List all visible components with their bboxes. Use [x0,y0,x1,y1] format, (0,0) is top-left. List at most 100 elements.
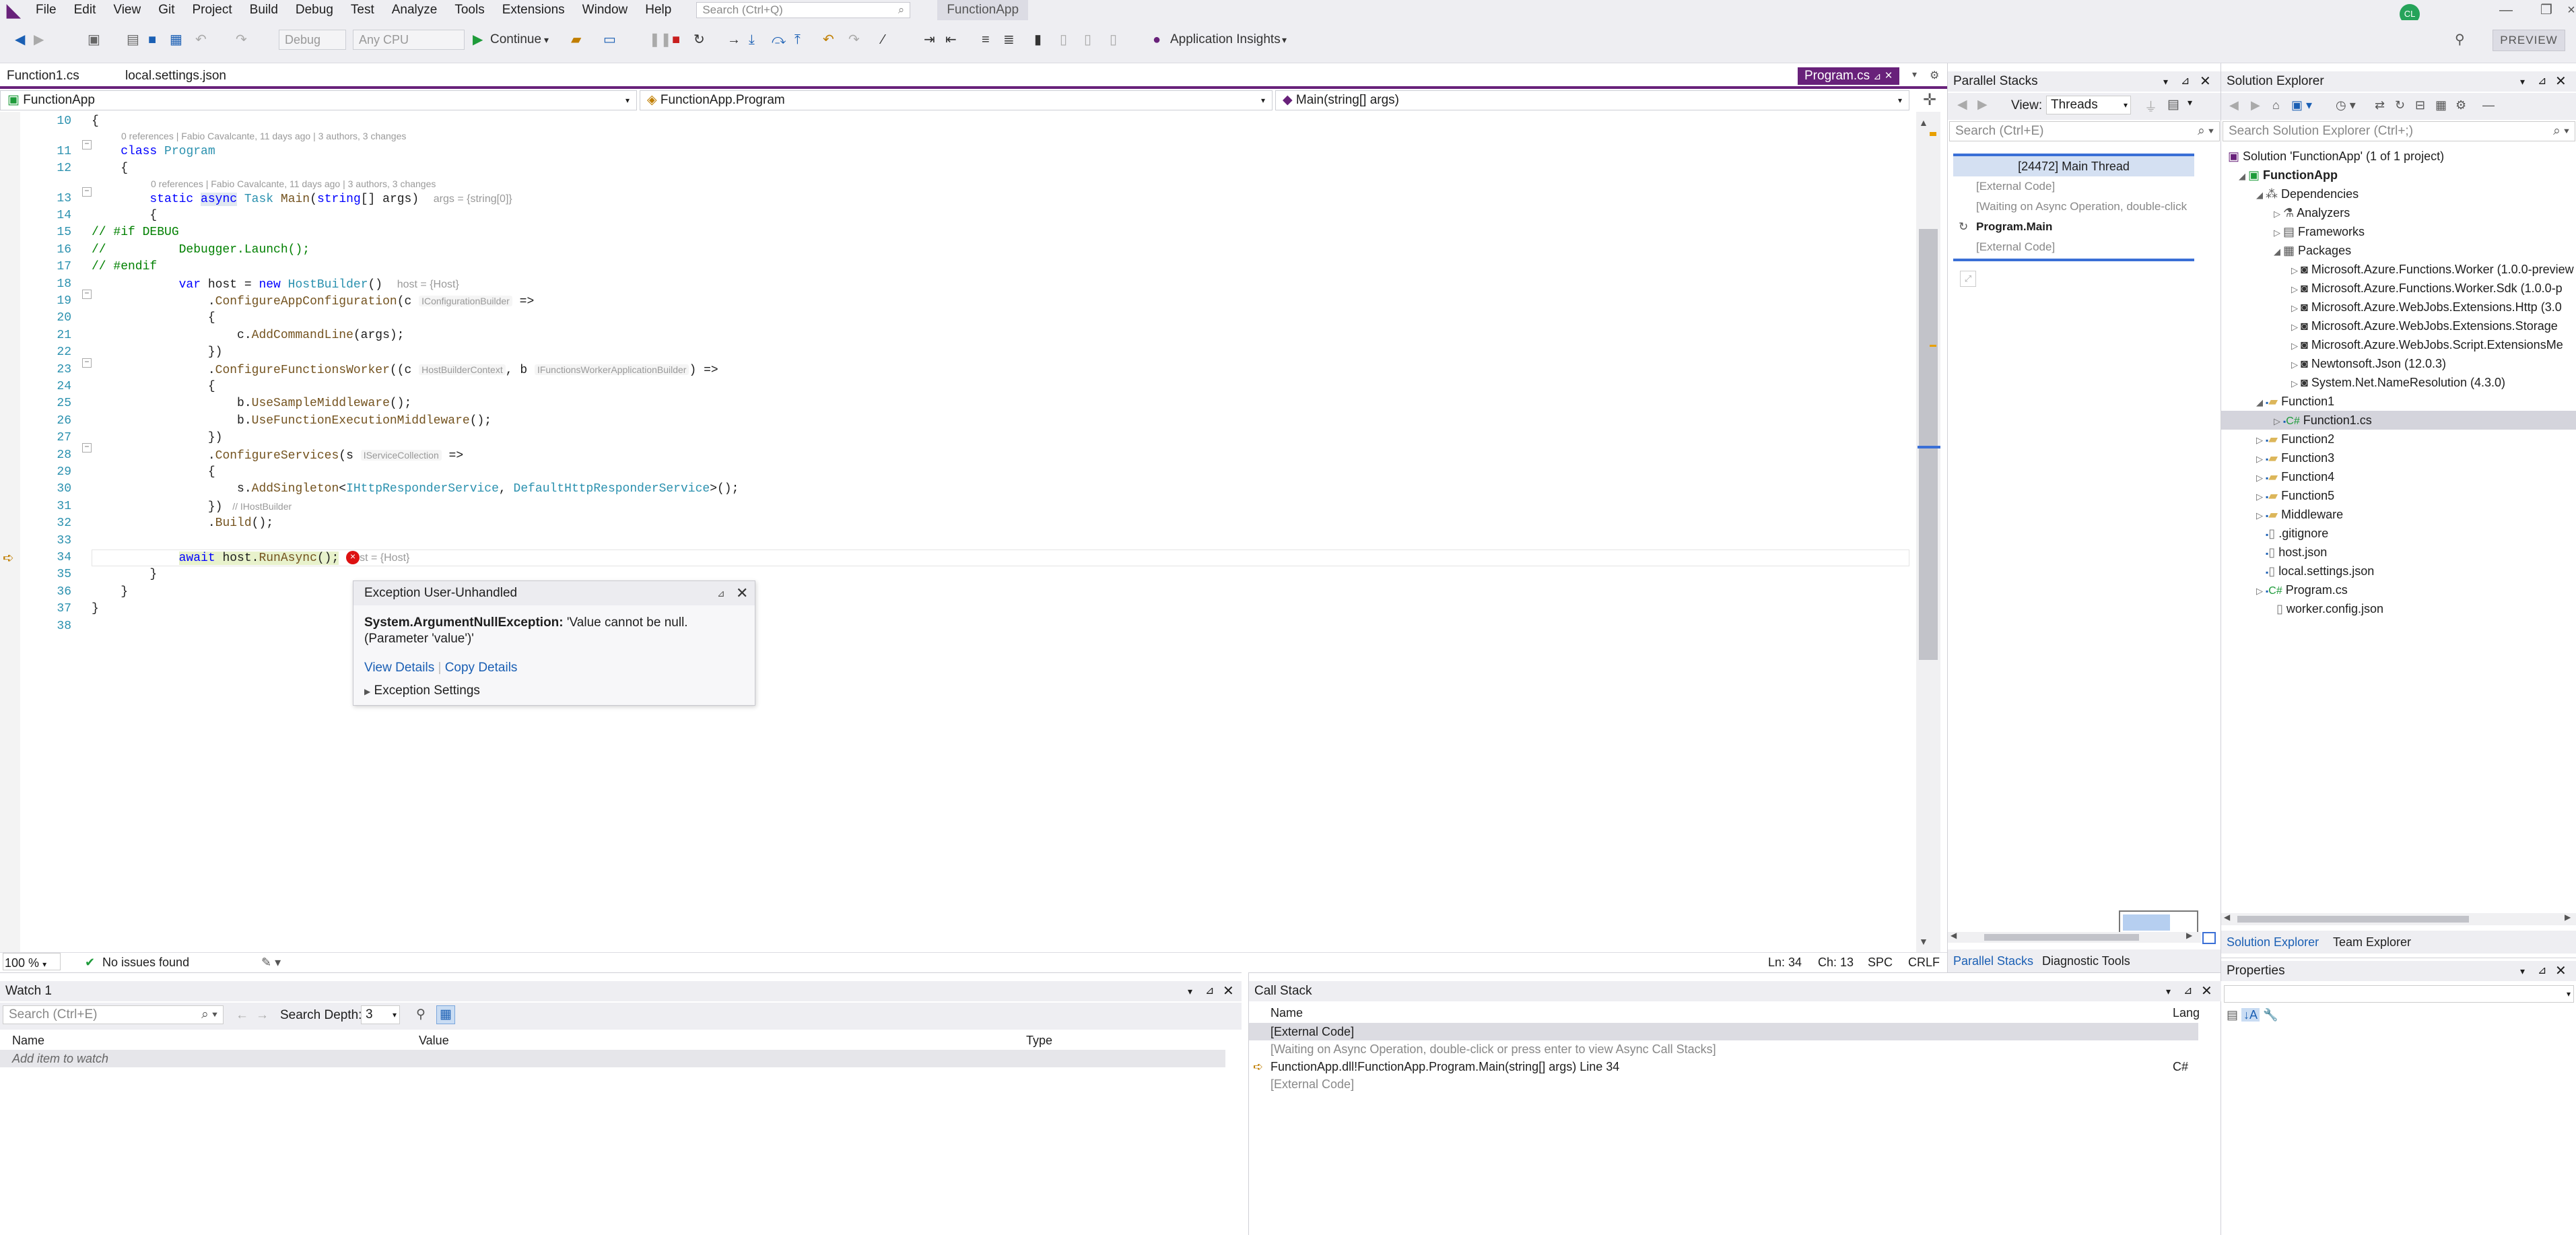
collapsed-icon[interactable]: ▷ [2256,450,2266,469]
tab-overflow-icon[interactable]: ▾ [1912,69,1917,80]
tree-item-project[interactable]: ◢ ▣ FunctionApp [2239,166,2338,186]
platform-combo[interactable]: Any CPU [353,30,465,50]
stack-frame[interactable]: [Waiting on Async Operation, double-clic… [1953,197,2194,217]
error-icon[interactable]: × [346,551,360,565]
view-as-table-icon[interactable]: ▦ [436,1005,455,1024]
exception-settings-expander[interactable]: ▶ Exception Settings [364,683,480,698]
stack-frame-current[interactable]: ↻ Program.Main [1953,217,2194,237]
restart-icon[interactable]: ↻ [693,30,705,50]
code-editor[interactable]: ➪ 10 11 12 13 14 15 16 17 18 19 20 21 22… [0,112,1920,952]
menu-file[interactable]: File [27,0,65,20]
application-insights-icon[interactable]: ● [1153,30,1161,50]
project-combo[interactable]: ▣ FunctionApp ▾ [0,90,637,110]
tree-item-folder[interactable]: ▷ ▪▰ Function3 [2256,448,2334,469]
class-combo[interactable]: ◈ FunctionApp.Program ▾ [640,90,1273,110]
save-all-icon[interactable]: ▦ [170,30,182,50]
save-icon[interactable]: ■ [148,30,156,50]
scrollbar-thumb[interactable] [1984,934,2139,941]
scroll-up-icon[interactable]: ▲ [1919,117,1928,128]
menu-extensions[interactable]: Extensions [494,0,574,20]
alphabetical-icon[interactable]: ↓A [2241,1008,2260,1022]
zoom-combo[interactable]: 100 % ▾ [3,953,61,970]
collapsed-icon[interactable]: ▷ [2256,469,2266,488]
pin-icon[interactable]: ⊿ [1205,981,1214,1001]
continue-dropdown-icon[interactable]: ▾ [544,30,549,50]
properties-icon[interactable]: ⚙ [2455,98,2466,112]
live-share-icon[interactable]: ⚲ [2455,30,2465,50]
hot-reload-icon[interactable]: ▰ [571,30,581,50]
back-icon[interactable]: ◀ [15,30,25,50]
issues-status[interactable]: No issues found [102,953,189,972]
sync-with-document-icon[interactable]: ⇄ [2375,98,2385,112]
collapsed-icon[interactable]: ▷ [2256,506,2266,525]
collapsed-icon[interactable]: ▷ [2291,261,2301,280]
stack-frame[interactable]: [External Code] [1953,237,2194,257]
menu-help[interactable]: Help [636,0,680,20]
scroll-left-icon[interactable]: ◀ [2224,912,2230,922]
collapsed-icon[interactable]: ▷ [2291,318,2301,337]
host-datatip[interactable]: st = {Host} [360,552,409,564]
member-combo[interactable]: ◆ Main(string[] args) ▾ [1275,90,1909,110]
continue-button[interactable]: Continue [490,30,541,50]
parallel-stacks-search-input[interactable]: Search (Ctrl+E) ⌕ ▾ [1949,121,2220,141]
refresh-icon[interactable]: ↻ [2395,98,2405,112]
host-datatip[interactable]: host = {Host} [397,279,459,290]
open-file-icon[interactable]: ▤ [127,30,139,50]
tab-parallel-stacks[interactable]: Parallel Stacks [1953,949,2033,972]
forward-icon[interactable]: ▶ [34,30,44,50]
pin-icon[interactable]: ⊿ [2181,71,2190,92]
pending-changes-filter-icon[interactable]: ◷ ▾ [2336,98,2356,112]
menu-test[interactable]: Test [342,0,383,20]
breakpoint-margin[interactable] [0,112,20,952]
whitespace-indicator[interactable]: SPC [1868,953,1893,972]
next-bookmark-icon[interactable]: ▯ [1084,30,1091,50]
tree-item-dependencies[interactable]: ◢ ⁂ Dependencies [2256,185,2359,205]
menu-edit[interactable]: Edit [65,0,105,20]
new-project-icon[interactable]: ▣ [88,30,100,50]
tree-item-function1-cs[interactable]: ▷ ▪C# Function1.cs [2274,411,2372,431]
tree-item-package[interactable]: ▷ ◙ System.Net.NameResolution (4.3.0) [2291,373,2505,393]
scroll-down-icon[interactable]: ▼ [1919,936,1928,947]
categorized-icon[interactable]: ▤ [2227,1008,2238,1022]
preview-selected-icon[interactable]: — [2482,98,2495,112]
tab-solution-explorer[interactable]: Solution Explorer [2227,931,2319,954]
add-watch-row[interactable]: Add item to watch [0,1050,1225,1067]
collapse-icon[interactable]: − [82,187,92,197]
code-lens[interactable]: 0 references | Fabio Cavalcante, 11 days… [121,131,406,141]
scrollbar-thumb[interactable] [1919,229,1938,660]
close-icon[interactable]: ✕ [1223,981,1234,1001]
tree-item-package[interactable]: ▷ ◙ Newtonsoft.Json (12.0.3) [2291,354,2446,374]
collapsed-icon[interactable]: ▷ [2256,431,2266,450]
args-datatip[interactable]: args = {string[0]} [434,193,512,205]
menu-view[interactable]: View [104,0,149,20]
scroll-right-icon[interactable]: ▶ [2186,931,2192,940]
continue-icon[interactable]: ▶ [473,30,483,50]
code-lens[interactable]: 0 references | Fabio Cavalcante, 11 days… [151,178,436,189]
view-details-link[interactable]: View Details [364,661,434,675]
tree-item-file[interactable]: ▪▯ host.json [2266,543,2327,563]
pin-watch-icon[interactable]: ⚲ [416,1007,426,1022]
bird-eye-viewport[interactable] [2123,914,2170,931]
close-icon[interactable]: ✕ [2555,71,2567,92]
expanded-icon[interactable]: ◢ [2256,393,2266,412]
expanded-icon[interactable]: ◢ [2274,242,2283,261]
menu-build[interactable]: Build [241,0,287,20]
view-combo[interactable]: Threads ▾ [2046,96,2131,114]
toggle-zoom-icon[interactable] [2202,932,2216,944]
solution-search-input[interactable]: Search Solution Explorer (Ctrl+;) ⌕ ▾ [2223,121,2575,141]
menu-project[interactable]: Project [184,0,241,20]
menu-git[interactable]: Git [149,0,183,20]
column-header-type[interactable]: Type [1026,1032,1052,1048]
scrollbar-thumb[interactable] [2237,916,2469,923]
tree-item-folder[interactable]: ▷ ▪▰ Function2 [2256,430,2334,450]
close-icon[interactable]: ✕ [736,581,748,605]
close-window-icon[interactable]: × [2567,0,2576,20]
menu-window[interactable]: Window [574,0,637,20]
property-pages-icon[interactable]: 🔧 [2263,1008,2278,1022]
tree-item-package[interactable]: ▷ ◙ Microsoft.Azure.WebJobs.Extensions.St… [2291,316,2558,337]
undo-nav-icon[interactable]: ↶ [823,30,834,50]
copy-details-link[interactable]: Copy Details [445,661,518,675]
bookmark-icon[interactable]: ▮ [1034,30,1042,50]
window-menu-icon[interactable]: ▾ [2520,71,2525,92]
close-icon[interactable]: ✕ [2200,71,2211,92]
